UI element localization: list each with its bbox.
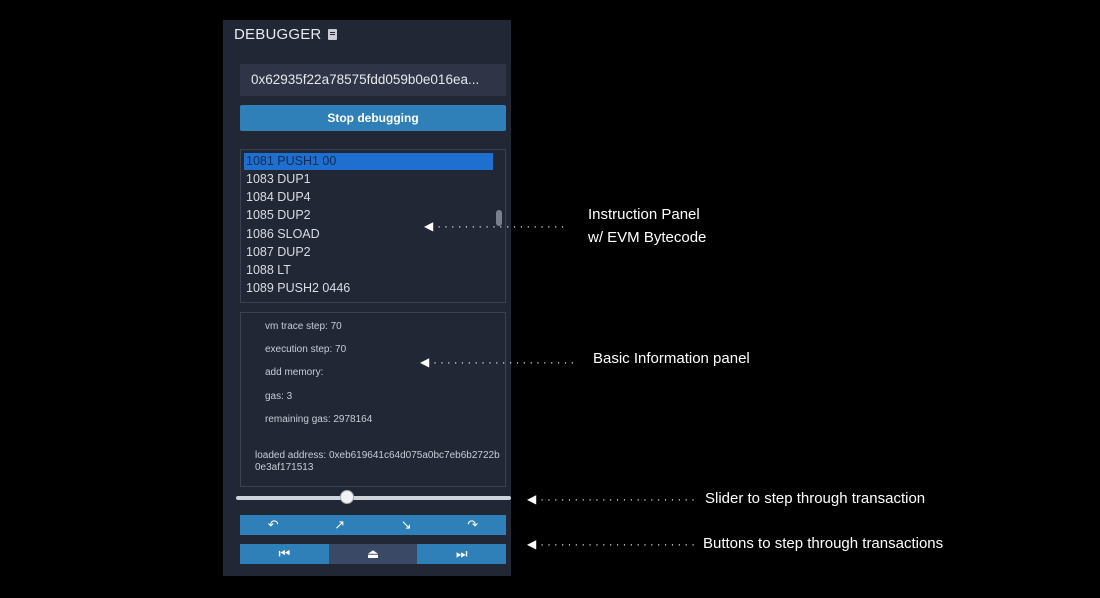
- transaction-hash-input[interactable]: 0x62935f22a78575fdd059b0e016ea...: [240, 64, 506, 96]
- add-memory: add memory:: [265, 367, 324, 378]
- debugger-panel: DEBUGGER 0x62935f22a78575fdd059b0e016ea.…: [223, 20, 511, 576]
- annotation-slider: Slider to step through transaction: [705, 490, 926, 507]
- annotation-buttons: Buttons to step through transactions: [703, 535, 944, 552]
- annotation-arrow: ◀ ·······················: [527, 492, 699, 506]
- skip-back-icon: ⏮: [278, 546, 291, 561]
- step-slider[interactable]: [236, 490, 511, 504]
- step-back-button[interactable]: ↶: [240, 515, 307, 535]
- remaining-gas: remaining gas: 2978164: [265, 414, 373, 425]
- instruction-row[interactable]: 1083 DUP1: [241, 170, 505, 188]
- step-into-button[interactable]: ↘: [373, 515, 440, 535]
- vm-trace-step: vm trace step: 70: [265, 321, 342, 332]
- annotation-arrow: ◀ ·····················: [420, 355, 578, 369]
- jump-buttons: ⏮ ⏏ ⏭: [240, 544, 507, 564]
- debugger-title: DEBUGGER: [234, 26, 338, 43]
- annotation-instruction-panel-2: w/ EVM Bytecode: [588, 229, 707, 246]
- jump-next-button[interactable]: ⏭: [417, 544, 507, 564]
- annotation-arrow: ◀ ·······················: [527, 537, 699, 551]
- redo-arrow-icon: ↷: [467, 517, 479, 532]
- instruction-row[interactable]: 1081 PUSH1 00: [244, 153, 493, 170]
- gas: gas: 3: [265, 391, 293, 402]
- execution-step: execution step: 70: [265, 344, 347, 355]
- debugger-title-text: DEBUGGER: [234, 26, 322, 43]
- instruction-row[interactable]: 1089 PUSH2 0446: [241, 279, 505, 297]
- book-icon[interactable]: [328, 29, 338, 40]
- instruction-row[interactable]: 1088 LT: [241, 261, 505, 279]
- step-out-icon: ↗: [334, 517, 346, 532]
- annotation-instruction-panel: Instruction Panel: [588, 206, 700, 223]
- step-out-button[interactable]: ↗: [306, 515, 373, 535]
- annotation-basic-info: Basic Information panel: [593, 350, 750, 367]
- step-over-button[interactable]: ↷: [439, 515, 506, 535]
- eject-icon: ⏏: [366, 546, 380, 561]
- jump-previous-button[interactable]: ⏮: [240, 544, 329, 564]
- stop-debugging-button[interactable]: Stop debugging: [240, 105, 506, 131]
- step-buttons: ↶ ↗ ↘ ↷: [240, 515, 506, 535]
- undo-arrow-icon: ↶: [267, 517, 279, 532]
- instruction-row[interactable]: 1087 DUP2: [241, 243, 505, 261]
- instruction-row[interactable]: 1084 DUP4: [241, 188, 505, 206]
- basic-info-panel: vm trace step: 70 execution step: 70 add…: [240, 312, 506, 487]
- annotation-arrow: ◀ ···················: [424, 219, 568, 233]
- step-into-icon: ↘: [400, 517, 412, 532]
- slider-thumb[interactable]: [340, 490, 355, 504]
- loaded-address: loaded address: 0xeb619641c64d075a0bc7eb…: [255, 450, 500, 473]
- skip-forward-icon: ⏭: [455, 546, 468, 561]
- jump-out-button[interactable]: ⏏: [328, 544, 418, 564]
